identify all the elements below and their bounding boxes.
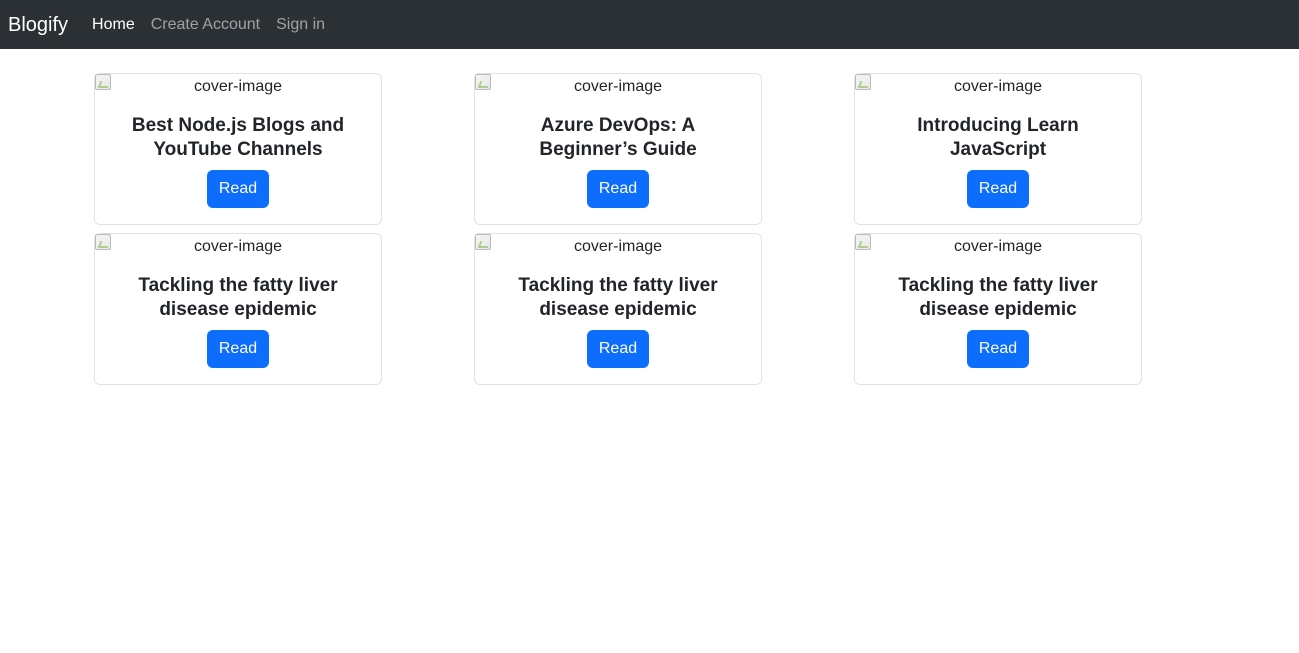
read-button[interactable]: Read: [206, 330, 270, 368]
read-button[interactable]: Read: [586, 330, 650, 368]
cover-image: cover-image: [855, 234, 1141, 260]
top-navbar: Blogify Home Create Account Sign in: [0, 0, 1299, 49]
cover-image-alt-text: cover-image: [193, 78, 283, 95]
cover-image: cover-image: [95, 234, 381, 260]
blog-card: cover-image Tackling the fatty liver dis…: [94, 233, 382, 385]
cover-image: cover-image: [855, 74, 1141, 100]
broken-image-icon: [475, 234, 491, 250]
blog-card: cover-image Best Node.js Blogs and YouTu…: [94, 73, 382, 225]
broken-image-icon: [95, 74, 111, 90]
blog-card-title: Best Node.js Blogs and YouTube Channels: [131, 115, 345, 160]
blog-card-title: Tackling the fatty liver disease epidemi…: [898, 275, 1098, 320]
blog-card: cover-image Tackling the fatty liver dis…: [474, 233, 762, 385]
cover-image: cover-image: [475, 74, 761, 100]
blog-card: cover-image Introducing Learn JavaScript…: [854, 73, 1142, 225]
nav-link-home[interactable]: Home: [92, 16, 135, 33]
cover-image: cover-image: [475, 234, 761, 260]
nav-link-sign-in[interactable]: Sign in: [276, 16, 325, 33]
read-button[interactable]: Read: [206, 170, 270, 208]
brand-logo-link[interactable]: Blogify: [8, 15, 68, 35]
broken-image-icon: [855, 234, 871, 250]
blog-card-title: Tackling the fatty liver disease epidemi…: [518, 275, 718, 320]
cover-image-alt-text: cover-image: [573, 78, 663, 95]
cover-image-alt-text: cover-image: [193, 238, 283, 255]
blog-card: cover-image Azure DevOps: A Beginner’s G…: [474, 73, 762, 225]
blog-card-title: Azure DevOps: A Beginner’s Guide: [539, 115, 697, 160]
blog-card-title: Introducing Learn JavaScript: [917, 115, 1079, 160]
broken-image-icon: [855, 74, 871, 90]
cover-image-alt-text: cover-image: [953, 78, 1043, 95]
blog-card-title: Tackling the fatty liver disease epidemi…: [138, 275, 338, 320]
cover-image: cover-image: [95, 74, 381, 100]
nav-link-create-account[interactable]: Create Account: [151, 16, 260, 33]
broken-image-icon: [95, 234, 111, 250]
cover-image-alt-text: cover-image: [953, 238, 1043, 255]
broken-image-icon: [475, 74, 491, 90]
read-button[interactable]: Read: [966, 170, 1030, 208]
blog-card: cover-image Tackling the fatty liver dis…: [854, 233, 1142, 385]
read-button[interactable]: Read: [966, 330, 1030, 368]
read-button[interactable]: Read: [586, 170, 650, 208]
cover-image-alt-text: cover-image: [573, 238, 663, 255]
